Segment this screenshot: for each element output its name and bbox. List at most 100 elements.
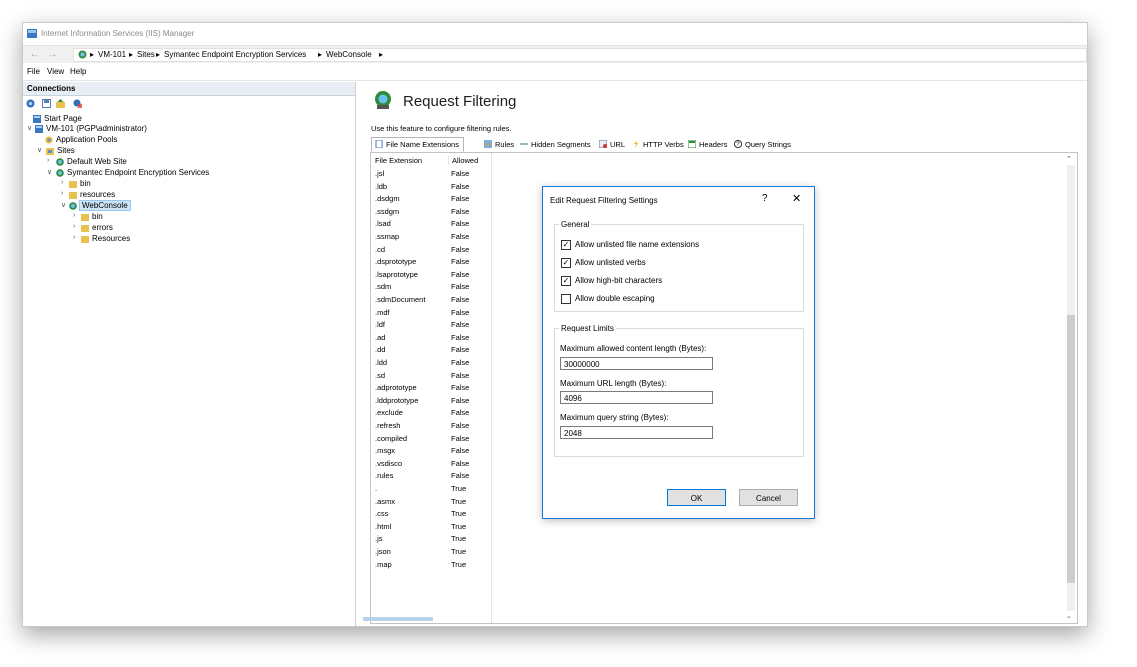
table-row[interactable]: . True bbox=[371, 484, 491, 496]
table-row[interactable]: .exclude False bbox=[371, 408, 491, 420]
file-extension-cell: .sdm bbox=[375, 282, 392, 292]
column-header-file-extension[interactable]: File Extension bbox=[375, 156, 422, 165]
address-segment-sites[interactable]: Sites bbox=[137, 50, 155, 59]
table-row[interactable]: .ldf False bbox=[371, 320, 491, 332]
table-row[interactable]: .dsdgm False bbox=[371, 194, 491, 206]
table-row[interactable]: .lsaprototype False bbox=[371, 270, 491, 282]
chevron-right-icon[interactable]: › bbox=[61, 190, 68, 197]
chevron-down-icon[interactable]: ∨ bbox=[47, 168, 54, 176]
tab-http-verbs[interactable]: HTTP Verbs bbox=[629, 138, 688, 151]
forward-arrow-icon[interactable]: → bbox=[47, 49, 58, 60]
table-row[interactable]: .mdf False bbox=[371, 308, 491, 320]
folder-icon bbox=[81, 214, 89, 221]
table-row[interactable]: .json True bbox=[371, 547, 491, 559]
scroll-up-icon[interactable]: ⌃ bbox=[1066, 155, 1072, 163]
chevron-down-icon[interactable]: ∨ bbox=[27, 124, 34, 132]
tab-rules[interactable]: Rules bbox=[481, 138, 518, 151]
table-row[interactable]: .sd False bbox=[371, 371, 491, 383]
table-row[interactable]: .sdmDocument False bbox=[371, 295, 491, 307]
menu-file[interactable]: File bbox=[27, 67, 40, 76]
window-title: Internet Information Services (IIS) Mana… bbox=[41, 29, 195, 38]
url-icon bbox=[599, 140, 607, 148]
table-row[interactable]: .adprototype False bbox=[371, 383, 491, 395]
table-row[interactable]: .ldb False bbox=[371, 182, 491, 194]
table-row[interactable]: .css True bbox=[371, 509, 491, 521]
cancel-button[interactable]: Cancel bbox=[739, 489, 798, 506]
file-extension-cell: .sdmDocument bbox=[375, 295, 426, 304]
chevron-right-icon[interactable]: › bbox=[73, 234, 80, 241]
table-row[interactable]: .compiled False bbox=[371, 434, 491, 446]
chevron-right-icon[interactable]: › bbox=[73, 223, 80, 230]
table-row[interactable]: .ssdgm False bbox=[371, 207, 491, 219]
table-row[interactable]: .ad False bbox=[371, 333, 491, 345]
allow-high-bit-checkbox[interactable]: ✓ bbox=[561, 276, 571, 286]
table-row[interactable]: .msgx False bbox=[371, 446, 491, 458]
chevron-right-icon[interactable]: › bbox=[61, 179, 68, 186]
scroll-thumb[interactable] bbox=[1067, 315, 1075, 583]
connections-header: Connections bbox=[23, 82, 355, 96]
menu-help[interactable]: Help bbox=[70, 67, 86, 76]
table-row[interactable]: .dd False bbox=[371, 345, 491, 357]
table-row[interactable]: .sdm False bbox=[371, 282, 491, 294]
tab-query-strings[interactable]: ? Query Strings bbox=[731, 138, 795, 151]
sites-folder-icon bbox=[46, 148, 54, 155]
file-extension-cell: . bbox=[375, 484, 378, 493]
table-row[interactable]: .ldd False bbox=[371, 358, 491, 370]
allowed-cell: False bbox=[451, 395, 470, 405]
vertical-scrollbar[interactable]: ⌃ ⌄ bbox=[1064, 153, 1077, 623]
allowed-cell: False bbox=[451, 320, 470, 330]
dialog-title: Edit Request Filtering Settings bbox=[550, 196, 658, 205]
help-icon[interactable]: ? bbox=[762, 193, 768, 204]
ok-button[interactable]: OK bbox=[667, 489, 726, 506]
connect-icon[interactable] bbox=[26, 99, 35, 108]
back-arrow-icon[interactable]: ← bbox=[29, 49, 40, 60]
file-extension-cell: .compiled bbox=[375, 433, 408, 443]
table-row[interactable]: .ssmap False bbox=[371, 232, 491, 244]
tab-hidden-segments[interactable]: Hidden Segments bbox=[517, 138, 595, 151]
table-row[interactable]: .lddprototype False bbox=[371, 396, 491, 408]
scroll-down-icon[interactable]: ⌄ bbox=[1066, 612, 1072, 620]
save-icon[interactable] bbox=[42, 99, 51, 108]
table-row[interactable]: .cd False bbox=[371, 245, 491, 257]
table-row[interactable]: .html True bbox=[371, 522, 491, 534]
chevron-right-icon[interactable]: › bbox=[47, 157, 54, 164]
column-header-allowed[interactable]: Allowed bbox=[448, 156, 478, 165]
close-icon[interactable]: ✕ bbox=[792, 192, 801, 205]
chevron-down-icon[interactable]: ∨ bbox=[37, 146, 44, 154]
table-row[interactable]: .asmx True bbox=[371, 497, 491, 509]
file-extension-cell: .ldd bbox=[375, 358, 388, 367]
content-length-input[interactable]: 30000000 bbox=[560, 357, 713, 370]
query-length-input[interactable]: 2048 bbox=[560, 426, 713, 439]
general-group: General ✓ Allow unlisted file name exten… bbox=[554, 220, 804, 312]
allow-unlisted-extensions-checkbox[interactable]: ✓ bbox=[561, 240, 571, 250]
allowed-cell: False bbox=[451, 194, 470, 204]
table-row[interactable]: .rules False bbox=[371, 471, 491, 483]
address-segment-vm101[interactable]: VM-101 bbox=[98, 50, 126, 59]
url-length-label: Maximum URL length (Bytes): bbox=[560, 379, 667, 388]
address-segment-webconsole[interactable]: WebConsole bbox=[326, 50, 372, 59]
table-row[interactable]: .vsdisco False bbox=[371, 459, 491, 471]
disconnect-icon[interactable] bbox=[73, 99, 82, 108]
chevron-down-icon[interactable]: ∨ bbox=[61, 201, 68, 209]
up-level-icon[interactable] bbox=[56, 99, 65, 108]
chevron-right-icon[interactable]: › bbox=[73, 212, 80, 219]
table-row[interactable]: .refresh False bbox=[371, 421, 491, 433]
table-row[interactable]: .jsl False bbox=[371, 169, 491, 181]
allow-double-escaping-checkbox[interactable] bbox=[561, 294, 571, 304]
allowed-cell: False bbox=[451, 181, 470, 191]
allowed-cell: False bbox=[451, 345, 470, 355]
url-length-input[interactable]: 4096 bbox=[560, 391, 713, 404]
menu-view[interactable]: View bbox=[47, 67, 64, 76]
tab-url[interactable]: URL bbox=[596, 138, 629, 151]
table-row[interactable]: .map True bbox=[371, 560, 491, 572]
address-segment-symantec[interactable]: Symantec Endpoint Encryption Services bbox=[164, 50, 306, 59]
tab-file-name-extensions[interactable]: File Name Extensions bbox=[371, 137, 464, 152]
allow-unlisted-verbs-checkbox[interactable]: ✓ bbox=[561, 258, 571, 268]
address-field[interactable]: ▸ VM-101 ▸ Sites ▸ Symantec Endpoint Enc… bbox=[73, 48, 1087, 62]
request-filtering-icon bbox=[375, 91, 391, 109]
table-row[interactable]: .js True bbox=[371, 534, 491, 546]
tab-headers[interactable]: Headers bbox=[685, 138, 731, 151]
table-row[interactable]: .lsad False bbox=[371, 219, 491, 231]
table-row[interactable]: .dsprototype False bbox=[371, 257, 491, 269]
allowed-cell: True bbox=[451, 521, 467, 531]
